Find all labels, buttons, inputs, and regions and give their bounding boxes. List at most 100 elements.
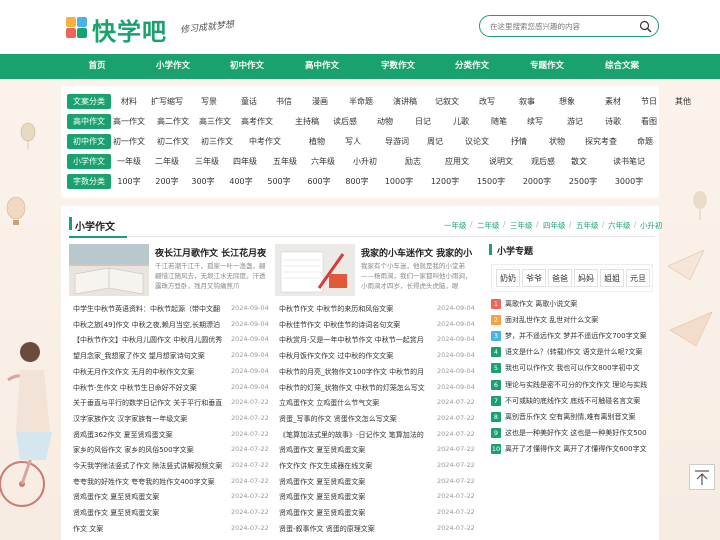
category-item[interactable]: 小升初 [353, 154, 377, 169]
list-item-title[interactable]: 立鸡蛋作文 立鸡蛋什么节气文案 [279, 398, 431, 408]
category-item[interactable]: 半命题 [349, 94, 373, 109]
category-item[interactable]: 看图 [641, 114, 657, 129]
list-item-title[interactable]: 贤鸡蛋作文 夏至贤鸡蛋文案 [73, 508, 225, 518]
back-to-top-button[interactable] [689, 464, 715, 490]
category-item[interactable]: 1500字 [477, 174, 505, 189]
category-item[interactable]: 高一作文 [113, 114, 145, 129]
rank-item-title[interactable]: 面对乱世作文 乱世对什么文案 [505, 315, 598, 325]
list-item-title[interactable]: 中秋月饭作文作文 过中秋的作文文案 [279, 351, 431, 361]
category-item[interactable]: 儿歌 [453, 114, 469, 129]
category-item[interactable]: 300字 [191, 174, 214, 189]
rank-item[interactable]: 3 梦，并不遥远作文 梦并不遥远作文700字文案 [491, 330, 653, 344]
category-item[interactable]: 书信 [276, 94, 292, 109]
list-item-title[interactable]: 《笔算加法式里的故事》-日记作文 笔算加法的 [279, 430, 431, 440]
list-item-title[interactable]: 关于垂直与平行的数学日记作文 关于平行和垂直 [73, 398, 225, 408]
category-item[interactable]: 说明文 [489, 154, 513, 169]
rank-item-title[interactable]: 梦，并不遥远作文 梦并不遥远作文700字文案 [505, 331, 647, 341]
grade-tab[interactable]: 六年级 [608, 220, 631, 231]
category-item[interactable]: 主持稿 [295, 114, 319, 129]
nav-wordcount-essay[interactable]: 字数作文 [368, 54, 428, 79]
featured-title-2[interactable]: 我家的小车迷作文 我家的小 [361, 246, 473, 259]
list-item-title[interactable]: 贤蛋-叙事作文 贤蛋的原理文案 [279, 524, 431, 534]
featured-image-2[interactable] [275, 244, 355, 296]
category-item[interactable]: 想象 [559, 94, 575, 109]
category-item[interactable]: 导游词 [385, 134, 409, 149]
nav-general-copy[interactable]: 综合文案 [592, 54, 652, 79]
list-item-title[interactable]: 贤鸡蛋作文 夏至贤鸡蛋文案 [73, 492, 225, 502]
category-item[interactable]: 1200字 [431, 174, 459, 189]
nav-topic-essay[interactable]: 专题作文 [517, 54, 577, 79]
nav-home[interactable]: 首页 [67, 54, 127, 79]
topic-tag[interactable]: 妈妈 [574, 269, 598, 287]
list-item-title[interactable]: 望月念家_我想家了作文 望月想家诗句文案 [73, 351, 225, 361]
category-item[interactable]: 初三作文 [201, 134, 233, 149]
list-item-title[interactable]: 【中秋节作文】中秋月儿圆作文 中秋月儿圆优秀 [73, 335, 225, 345]
grade-tab[interactable]: 四年级 [543, 220, 566, 231]
category-item[interactable]: 100字 [117, 174, 140, 189]
rank-item[interactable]: 7 不可或缺的底线作文 底线不可触碰名言文案 [491, 395, 653, 409]
category-item[interactable]: 800字 [345, 174, 368, 189]
list-item-title[interactable]: 夸夸我的好姓作文 夸夸我的姓作文400字文案 [73, 477, 225, 487]
rank-item-title[interactable]: 离别音乐作文 空有离别情,难有离别音文案 [505, 412, 635, 422]
category-item[interactable]: 200字 [155, 174, 178, 189]
category-item[interactable]: 3000字 [615, 174, 643, 189]
rank-item[interactable]: 1 离歌作文 离歌小说文案 [491, 298, 653, 312]
nav-primary-essay[interactable]: 小学作文 [143, 54, 203, 79]
logo-title[interactable]: 快学吧 [92, 12, 167, 47]
category-item[interactable]: 高考作文 [241, 114, 273, 129]
rank-item[interactable]: 6 理论与实践是密不可分的作文作文 理论与实践 [491, 379, 653, 393]
category-item[interactable]: 童话 [241, 94, 257, 109]
category-item[interactable]: 四年级 [233, 154, 257, 169]
list-item-title[interactable]: 贤鸡蛋作文 夏至贤鸡蛋文案 [279, 508, 431, 518]
list-item-title[interactable]: 贤鸡蛋作文 夏至贤鸡蛋文案 [279, 492, 431, 502]
category-item[interactable]: 探究考查 [585, 134, 617, 149]
category-item[interactable]: 其他 [675, 94, 691, 109]
rank-item-title[interactable]: 这也是一种美好作文 这也是一种美好作文500 [505, 428, 647, 438]
nav-category-essay[interactable]: 分类作文 [442, 54, 502, 79]
category-item[interactable]: 扩写缩写 [151, 94, 183, 109]
list-item-title[interactable]: 作文 文案 [73, 524, 225, 534]
list-item-title[interactable]: 贤蛋_写事的作文 贤蛋作文怎么写文案 [279, 414, 431, 424]
category-item[interactable]: 写景 [201, 94, 217, 109]
list-item-title[interactable]: 贤鸡蛋作文 夏至贤鸡蛋文案 [279, 477, 431, 487]
logo-icon[interactable] [66, 17, 88, 39]
category-item[interactable]: 六年级 [311, 154, 335, 169]
category-item[interactable]: 中考作文 [249, 134, 281, 149]
category-item[interactable]: 游记 [567, 114, 583, 129]
category-item[interactable]: 观后感 [531, 154, 555, 169]
category-item[interactable]: 五年级 [273, 154, 297, 169]
rank-item-title[interactable]: 离开了才懂得作文 离开了才懂得作文600字文 [505, 444, 647, 454]
list-item-title[interactable]: 中秋佳节作文 中秋佳节的诗词名句文案 [279, 320, 431, 330]
category-item[interactable]: 三年级 [195, 154, 219, 169]
category-item[interactable]: 素材 [605, 94, 621, 109]
rank-item[interactable]: 4 语文是什么？(转载)作文 语文是什么呢?文案 [491, 346, 653, 360]
category-item[interactable]: 读书笔记 [613, 154, 645, 169]
category-item[interactable]: 600字 [307, 174, 330, 189]
category-item[interactable]: 高二作文 [157, 114, 189, 129]
rank-item-title[interactable]: 我也可以作作文 我也可以作文800字初中文 [505, 363, 640, 373]
category-item[interactable]: 初一作文 [113, 134, 145, 149]
list-item-title[interactable]: 今天我学除法竖式了作文 除法竖式讲解视频文案 [73, 461, 225, 471]
list-item-title[interactable]: 贤鸡蛋作文 夏至贤鸡蛋文案 [279, 445, 431, 455]
category-item[interactable]: 续写 [527, 114, 543, 129]
topic-tag[interactable]: 奶奶 [496, 269, 520, 287]
category-item[interactable]: 随笔 [491, 114, 507, 129]
category-item[interactable]: 2000字 [523, 174, 551, 189]
topic-tag[interactable]: 爸爸 [548, 269, 572, 287]
list-item-title[interactable]: 作文作文 作文生成器在线文案 [279, 461, 431, 471]
category-item[interactable]: 初二作文 [157, 134, 189, 149]
category-item[interactable]: 日记 [415, 114, 431, 129]
category-item[interactable]: 演讲稿 [393, 94, 417, 109]
category-item[interactable]: 高三作文 [199, 114, 231, 129]
category-item[interactable]: 节日 [641, 94, 657, 109]
rank-item[interactable]: 5 我也可以作作文 我也可以作文800字初中文 [491, 362, 653, 376]
category-item[interactable]: 2500字 [569, 174, 597, 189]
category-item[interactable]: 400字 [229, 174, 252, 189]
category-item[interactable]: 1000字 [385, 174, 413, 189]
category-item[interactable]: 应用文 [445, 154, 469, 169]
list-item-title[interactable]: 中秋之旅[49]作文 中秋之夜,赖月当空,长期漂泊 [73, 320, 225, 330]
rank-item[interactable]: 10 离开了才懂得作文 离开了才懂得作文600字文 [491, 443, 653, 457]
category-item[interactable]: 植物 [309, 134, 325, 149]
rank-item[interactable]: 9 这也是一种美好作文 这也是一种美好作文500 [491, 427, 653, 441]
category-item[interactable]: 二年级 [155, 154, 179, 169]
